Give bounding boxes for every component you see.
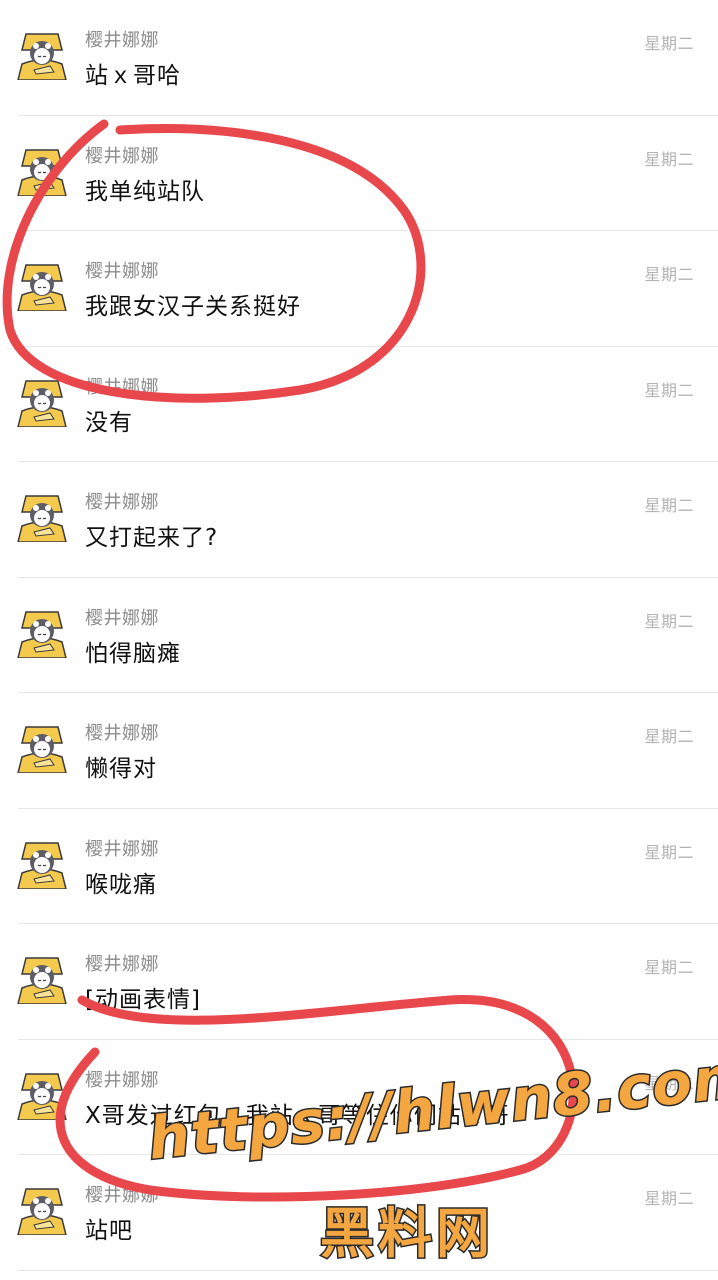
- message-preview: 喉咙痛: [85, 871, 157, 898]
- message-preview: 站ｘ哥哈: [85, 63, 181, 89]
- timestamp: 星期二: [644, 149, 694, 169]
- timestamp: 星期二: [644, 727, 694, 746]
- message-list: 樱井娜娜 站ｘ哥哈 星期二 樱井娜娜 我单纯站队 星期二 樱井娜娜 我跟女汉子关…: [0, 0, 718, 1271]
- message-preview: 又打起来了?: [85, 525, 219, 551]
- message-preview: [动画表情]: [85, 987, 201, 1013]
- cartoon-girl-avatar-icon: [14, 1183, 70, 1235]
- cartoon-girl-avatar-icon: [14, 605, 70, 658]
- divider: [18, 1269, 718, 1271]
- list-item[interactable]: 樱井娜娜 喉咙痛 星期二: [0, 809, 718, 924]
- sender-name: 樱井娜娜: [85, 492, 159, 513]
- message-preview: 站吧: [85, 1218, 133, 1244]
- sender-name: 樱井娜娜: [85, 838, 159, 860]
- cartoon-girl-avatar-icon: [14, 374, 70, 427]
- sender-name: 樱井娜娜: [85, 30, 159, 51]
- timestamp: 星期二: [644, 265, 694, 284]
- timestamp: 星期二: [644, 958, 694, 977]
- sender-name: 樱井娜娜: [85, 954, 159, 975]
- sender-name: 樱井娜娜: [85, 1185, 159, 1206]
- cartoon-girl-avatar-icon: [14, 1067, 70, 1120]
- sender-name: 樱井娜娜: [85, 723, 159, 744]
- list-item[interactable]: 樱井娜娜 站吧 星期二: [0, 1155, 718, 1271]
- list-item[interactable]: 樱井娜娜 站ｘ哥哈 星期二: [0, 0, 718, 116]
- message-preview: 没有: [85, 409, 133, 436]
- cartoon-girl-avatar-icon: [14, 143, 70, 196]
- message-preview: 我单纯站队: [85, 178, 205, 205]
- timestamp: 星期二: [644, 842, 694, 862]
- sender-name: 樱井娜娜: [85, 261, 159, 282]
- sender-name: 樱井娜娜: [85, 376, 159, 398]
- timestamp: 星期二: [644, 1073, 694, 1093]
- message-preview: 我跟女汉子关系挺好: [85, 294, 301, 320]
- sender-name: 樱井娜娜: [85, 145, 159, 167]
- list-item[interactable]: 樱井娜娜 怕得脑瘫 星期二: [0, 578, 718, 693]
- cartoon-girl-avatar-icon: [14, 836, 70, 889]
- timestamp: 星期二: [644, 34, 694, 53]
- list-item[interactable]: 樱井娜娜 我单纯站队 星期二: [0, 116, 718, 231]
- sender-name: 樱井娜娜: [85, 607, 159, 629]
- message-preview: X哥发过红包，我站ｘ哥等住你们站ｘ哥: [85, 1102, 510, 1129]
- list-item[interactable]: 樱井娜娜 [动画表情] 星期二: [0, 924, 718, 1040]
- message-preview: 懒得对: [85, 756, 157, 782]
- cartoon-girl-avatar-icon: [14, 721, 70, 773]
- cartoon-girl-avatar-icon: [14, 28, 70, 80]
- sender-name: 樱井娜娜: [85, 1069, 159, 1091]
- list-item[interactable]: 樱井娜娜 X哥发过红包，我站ｘ哥等住你们站ｘ哥 星期二: [0, 1040, 718, 1155]
- list-item[interactable]: 樱井娜娜 我跟女汉子关系挺好 星期二: [0, 231, 718, 347]
- list-item[interactable]: 樱井娜娜 又打起来了? 星期二: [0, 462, 718, 578]
- message-preview: 怕得脑瘫: [85, 640, 181, 667]
- timestamp: 星期二: [644, 380, 694, 400]
- timestamp: 星期二: [644, 611, 694, 631]
- timestamp: 星期二: [644, 1189, 694, 1208]
- cartoon-girl-avatar-icon: [14, 490, 70, 542]
- cartoon-girl-avatar-icon: [14, 259, 70, 311]
- cartoon-girl-avatar-icon: [14, 952, 70, 1004]
- list-item[interactable]: 樱井娜娜 没有 星期二: [0, 347, 718, 462]
- list-item[interactable]: 樱井娜娜 懒得对 星期二: [0, 693, 718, 809]
- timestamp: 星期二: [644, 496, 694, 515]
